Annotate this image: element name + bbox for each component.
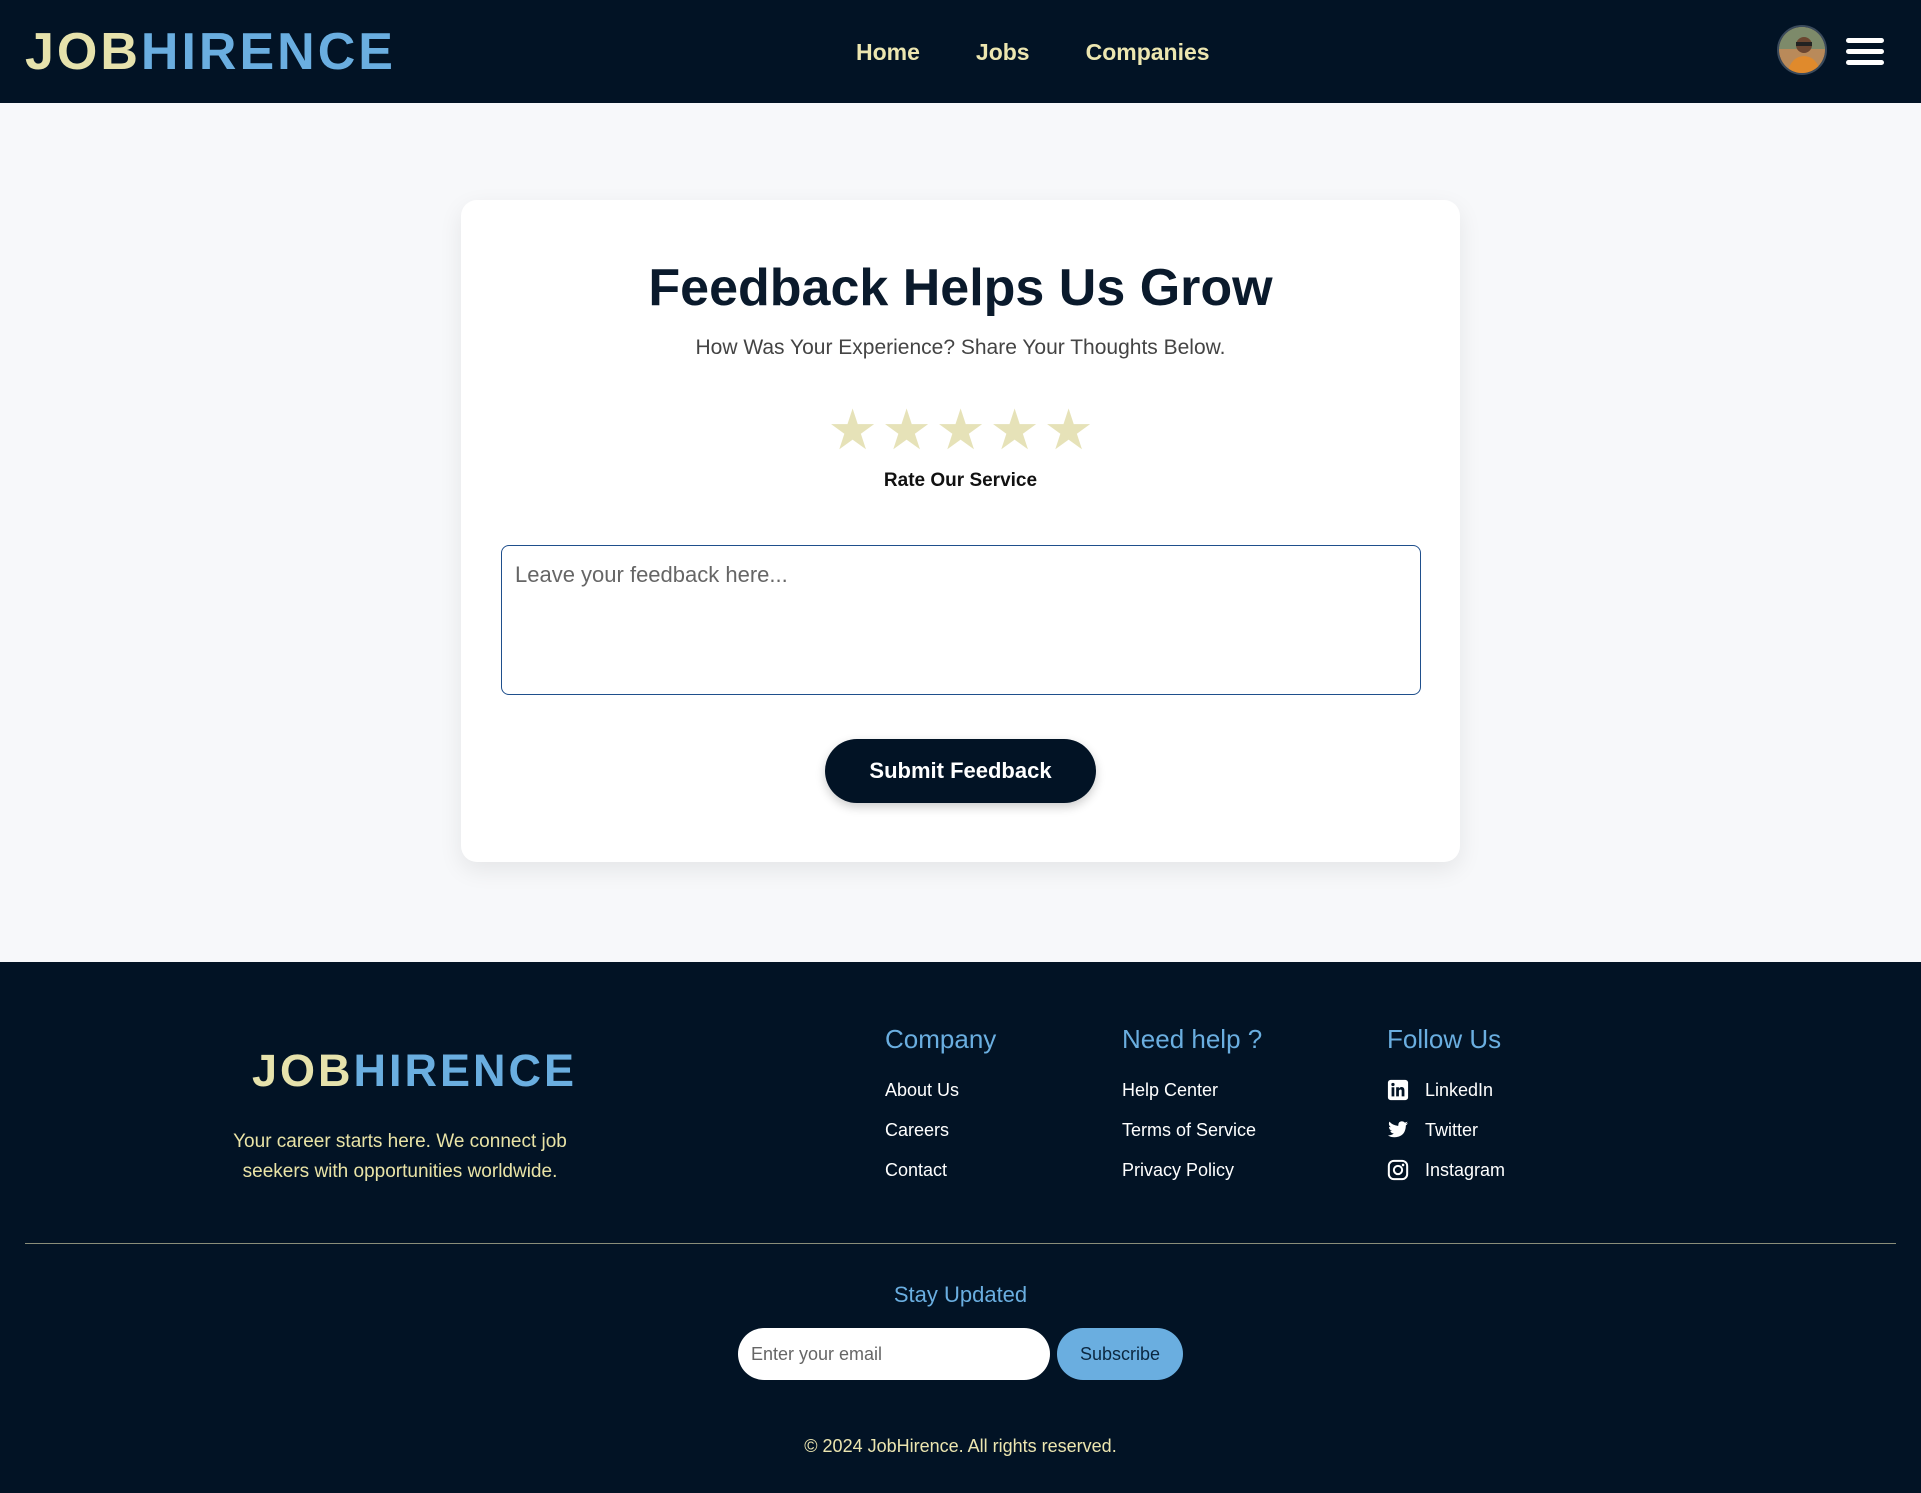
main-nav: Home Jobs Companies <box>856 34 1210 70</box>
footer-link-label: Twitter <box>1425 1120 1479 1140</box>
footer-link-privacy[interactable]: Privacy Policy <box>1122 1150 1262 1190</box>
avatar-photo-icon <box>1779 27 1825 73</box>
footer-link-instagram[interactable]: Instagram <box>1387 1150 1505 1190</box>
footer-column-title: Need help ? <box>1122 1024 1263 1054</box>
navbar: JOBHIRENCE Home Jobs Companies <box>0 0 1921 103</box>
star-rating: ★ ★ ★ ★ ★ <box>461 398 1460 462</box>
logo-part-job: JOB <box>25 23 141 81</box>
footer-column-company: Company About Us Careers Contact <box>885 1022 996 1190</box>
feedback-textarea[interactable] <box>501 545 1421 695</box>
copyright-text: © 2024 JobHirence. All rights reserved. <box>804 1436 1117 1456</box>
rating-label: Rate Our Service <box>883 470 1038 491</box>
footer-tagline: Your career starts here. We connect job … <box>233 1131 567 1182</box>
nav-link-home[interactable]: Home <box>856 34 920 70</box>
hamburger-menu-icon[interactable] <box>1846 38 1884 65</box>
star-icon[interactable]: ★ <box>990 398 1040 462</box>
footer-link-twitter[interactable]: Twitter <box>1387 1110 1505 1150</box>
star-icon[interactable]: ★ <box>882 398 932 462</box>
newsletter-email-input[interactable] <box>738 1328 1050 1380</box>
footer-column-title: Company <box>885 1024 997 1054</box>
page-title: Feedback Helps Us Grow <box>648 259 1273 317</box>
footer: JOBHIRENCE Your career starts here. We c… <box>0 962 1921 1493</box>
star-icon[interactable]: ★ <box>936 398 986 462</box>
star-icon[interactable]: ★ <box>1044 398 1094 462</box>
site-logo[interactable]: JOBHIRENCE <box>25 22 396 82</box>
footer-link-label: Instagram <box>1425 1160 1506 1180</box>
footer-column-need-help: Need help ? Help Center Terms of Service… <box>1122 1022 1262 1190</box>
footer-link-careers[interactable]: Careers <box>885 1110 996 1150</box>
nav-link-companies[interactable]: Companies <box>1086 34 1210 70</box>
footer-link-help-center[interactable]: Help Center <box>1122 1070 1262 1110</box>
footer-link-about-us[interactable]: About Us <box>885 1070 996 1110</box>
footer-column-follow-us: Follow Us LinkedIn Twitter Instagram <box>1387 1022 1505 1190</box>
twitter-icon <box>1387 1121 1409 1138</box>
submit-feedback-button[interactable]: Submit Feedback <box>825 739 1096 803</box>
user-avatar[interactable] <box>1777 25 1827 75</box>
instagram-icon <box>1387 1159 1409 1181</box>
footer-link-terms[interactable]: Terms of Service <box>1122 1110 1262 1150</box>
footer-link-linkedin[interactable]: LinkedIn <box>1387 1070 1505 1110</box>
linkedin-icon <box>1387 1079 1409 1101</box>
footer-link-label: LinkedIn <box>1425 1080 1494 1100</box>
feedback-card: Feedback Helps Us Grow How Was Your Expe… <box>461 200 1460 862</box>
nav-link-jobs[interactable]: Jobs <box>976 34 1030 70</box>
logo-part-job: JOB <box>252 1045 354 1096</box>
footer-link-contact[interactable]: Contact <box>885 1150 996 1190</box>
star-icon[interactable]: ★ <box>828 398 878 462</box>
newsletter-title: Stay Updated <box>893 1282 1028 1307</box>
logo-part-hirence: HIRENCE <box>140 23 396 81</box>
page-subtitle: How Was Your Experience? Share Your Thou… <box>695 336 1226 359</box>
footer-divider <box>25 1243 1896 1244</box>
footer-logo[interactable]: JOBHIRENCE <box>252 1045 577 1097</box>
logo-part-hirence: HIRENCE <box>353 1045 578 1096</box>
subscribe-button[interactable]: Subscribe <box>1057 1328 1183 1380</box>
footer-column-title: Follow Us <box>1387 1024 1502 1054</box>
